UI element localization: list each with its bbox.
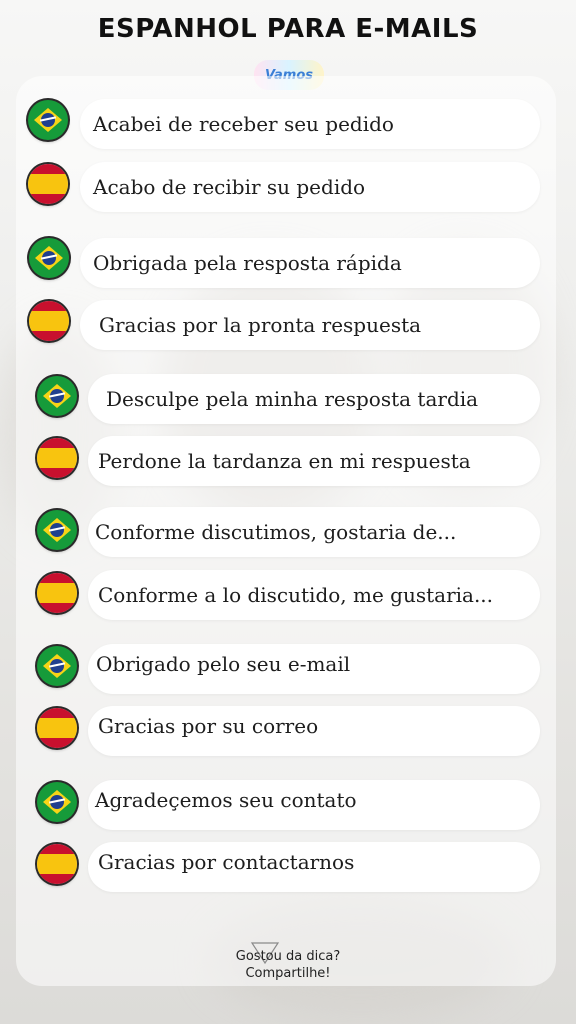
phrase-pill: Agradeçemos seu contato — [88, 780, 540, 830]
brazil-flag-icon — [37, 376, 77, 416]
brazil-flag-icon — [28, 100, 68, 140]
phrase-text-pt: Agradeçemos seu contato — [95, 788, 357, 812]
phrase-text-pt: Obrigada pela resposta rápida — [93, 251, 402, 275]
phrase-pill: Conforme a lo discutido, me gustaria... — [88, 570, 540, 620]
footer-question: Gostou da dica? — [235, 949, 341, 964]
brazil-flag-icon — [37, 510, 77, 550]
share-footer: Gostou da dica? Compartilhe! — [0, 948, 576, 982]
spain-flag-icon — [37, 438, 77, 478]
phrase-text-es: Gracias por su correo — [98, 714, 319, 738]
spain-flag-icon — [37, 844, 77, 884]
spain-flag-icon — [37, 573, 77, 613]
spain-flag-icon — [37, 708, 77, 748]
phrase-pill: Obrigado pelo seu e-mail — [88, 644, 540, 694]
phrase-text-es: Gracias por contactarnos — [98, 850, 355, 874]
phrase-pill: Gracias por la pronta respuesta — [80, 300, 540, 350]
page-title: ESPANHOL PARA E-MAILS — [97, 14, 479, 44]
phrase-pill: Conforme discutimos, gostaria de... — [88, 507, 540, 557]
phrase-pill: Obrigada pela resposta rápida — [80, 238, 540, 288]
spain-flag-icon — [28, 164, 68, 204]
phrase-text-es: Acabo de recibir su pedido — [93, 175, 366, 199]
phrase-text-es: Conforme a lo discutido, me gustaria... — [98, 583, 494, 607]
phrase-text-pt: Conforme discutimos, gostaria de... — [95, 520, 457, 544]
phrase-text-pt: Acabei de receber seu pedido — [93, 112, 394, 136]
brazil-flag-icon — [29, 238, 69, 278]
phrase-text-es: Perdone la tardanza en mi respuesta — [98, 449, 471, 473]
footer-cta: Compartilhe! — [245, 966, 331, 981]
phrase-pill: Gracias por su correo — [88, 706, 540, 756]
phrase-pill: Acabei de receber seu pedido — [80, 99, 540, 149]
phrase-text-pt: Desculpe pela minha resposta tardia — [106, 387, 479, 411]
phrase-text-es: Gracias por la pronta respuesta — [99, 313, 422, 337]
spain-flag-icon — [29, 301, 69, 341]
phrase-pill: Desculpe pela minha resposta tardia — [88, 374, 540, 424]
brazil-flag-icon — [37, 646, 77, 686]
phrase-pill: Perdone la tardanza en mi respuesta — [88, 436, 540, 486]
brazil-flag-icon — [37, 782, 77, 822]
phrase-pill: Acabo de recibir su pedido — [80, 162, 540, 212]
phrase-pill: Gracias por contactarnos — [88, 842, 540, 892]
phrase-text-pt: Obrigado pelo seu e-mail — [96, 652, 351, 676]
